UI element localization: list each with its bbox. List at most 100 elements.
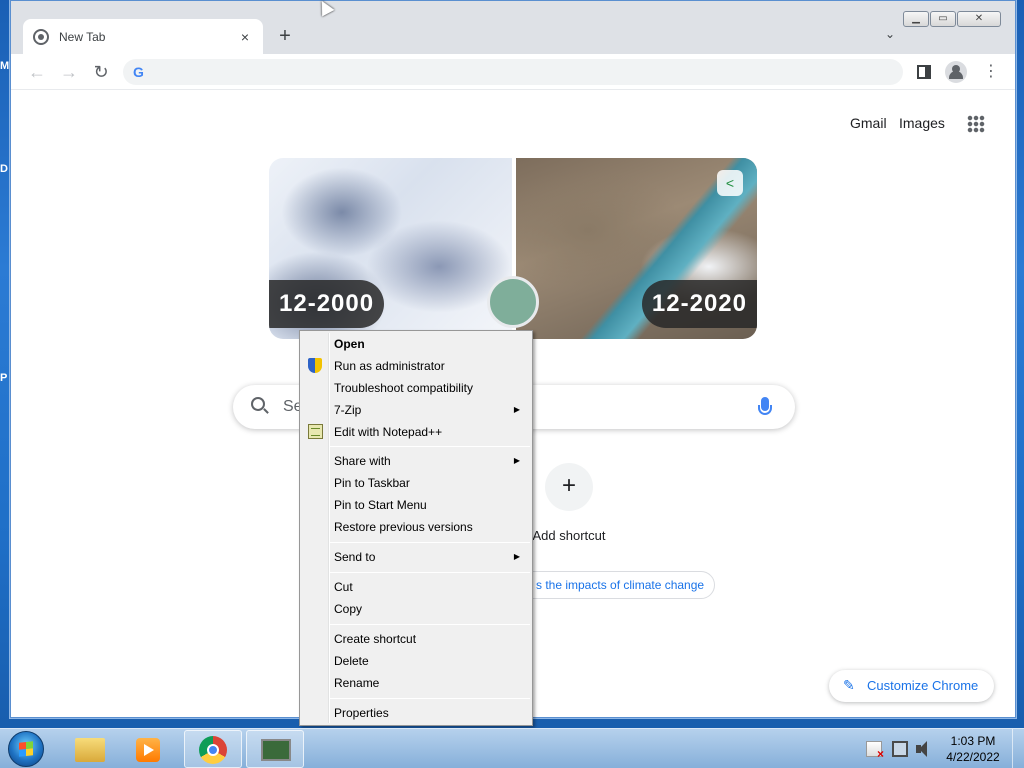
menu-item-rename[interactable]: Rename <box>302 672 530 694</box>
desktop-icon-label[interactable]: D <box>0 163 8 175</box>
menu-separator <box>330 698 530 699</box>
minimize-button[interactable]: ▁ <box>903 11 929 27</box>
context-menu: Open Run as administrator Troubleshoot c… <box>299 330 533 726</box>
menu-item-label: Run as administrator <box>334 359 445 373</box>
forward-arrow-icon[interactable]: → <box>57 60 81 84</box>
menu-separator <box>330 624 530 625</box>
menu-item-delete[interactable]: Delete <box>302 650 530 672</box>
clock-time: 1:03 PM <box>950 734 996 748</box>
menu-item-pin-to-taskbar[interactable]: Pin to Taskbar <box>302 472 530 494</box>
chrome-menu-icon[interactable]: ⋮ <box>983 61 999 83</box>
pencil-icon: ✎ <box>843 677 855 693</box>
google-apps-icon[interactable] <box>967 115 985 133</box>
windows-logo-icon <box>19 741 33 757</box>
menu-separator <box>330 572 530 573</box>
menu-item-label: Cut <box>334 580 353 594</box>
tab-search-icon[interactable]: ⌄ <box>885 27 895 41</box>
desktop-icon-label[interactable]: M <box>0 60 9 72</box>
doodle-label-left: 12-2000 <box>269 280 385 328</box>
menu-item-restore-previous-versions[interactable]: Restore previous versions <box>302 516 530 538</box>
address-bar[interactable]: G <box>123 59 903 85</box>
network-icon[interactable] <box>892 741 908 757</box>
taskbar-explorer-button[interactable] <box>60 730 118 768</box>
menu-item-send-to[interactable]: Send to ▶ <box>302 546 530 568</box>
action-center-flag-icon[interactable] <box>866 741 884 761</box>
search-icon <box>251 397 265 411</box>
tab-new-tab[interactable]: New Tab × <box>23 19 263 54</box>
microphone-icon[interactable] <box>758 397 772 415</box>
taskbar-media-player-button[interactable] <box>120 730 178 768</box>
menu-item-create-shortcut[interactable]: Create shortcut <box>302 628 530 650</box>
start-button[interactable] <box>8 731 44 767</box>
back-arrow-icon[interactable]: ← <box>25 60 49 84</box>
doodle-label-right: 12-2020 <box>641 280 757 328</box>
media-player-icon <box>136 738 160 762</box>
menu-item-label: 7-Zip <box>334 403 362 417</box>
chrome-icon <box>199 736 227 764</box>
menu-item-open[interactable]: Open <box>302 333 530 355</box>
menu-item-label: Rename <box>334 676 380 690</box>
menu-item-label: Send to <box>334 550 376 564</box>
menu-item-label: Share with <box>334 454 391 468</box>
menu-item-label: Properties <box>334 706 389 720</box>
globe-icon <box>487 276 539 328</box>
menu-item-pin-to-start-menu[interactable]: Pin to Start Menu <box>302 494 530 516</box>
images-link[interactable]: Images <box>899 115 945 131</box>
menu-item-edit-with-notepad[interactable]: Edit with Notepad++ <box>302 421 530 443</box>
maximize-button[interactable]: ▭ <box>930 11 956 27</box>
menu-item-label: Open <box>334 337 365 351</box>
menu-item-label: Restore previous versions <box>334 520 473 534</box>
customize-chrome-button[interactable]: ✎ Customize Chrome <box>829 670 995 702</box>
desktop-icon-label[interactable]: P <box>0 372 7 384</box>
profile-avatar-icon[interactable] <box>945 61 967 83</box>
submenu-arrow-icon: ▶ <box>513 456 520 465</box>
doodle-promo-link[interactable]: s the impacts of climate change <box>511 571 716 599</box>
taskbar: 1:03 PM 4/22/2022 <box>0 728 1024 768</box>
clock-date: 4/22/2022 <box>946 750 1000 764</box>
browser-toolbar: ← → ↻ G ⋮ <box>11 54 1015 90</box>
google-g-icon: G <box>133 64 144 80</box>
taskbar-app-button[interactable] <box>246 730 304 768</box>
menu-item-run-as-administrator[interactable]: Run as administrator <box>302 355 530 377</box>
close-window-button[interactable]: ✕ <box>957 11 1001 27</box>
tab-title: New Tab <box>59 29 106 44</box>
reload-icon[interactable]: ↻ <box>89 60 113 84</box>
menu-item-copy[interactable]: Copy <box>302 598 530 620</box>
menu-item-label: Edit with Notepad++ <box>334 425 443 439</box>
chrome-favicon-icon <box>33 28 49 45</box>
add-shortcut-button[interactable]: + <box>545 463 593 511</box>
side-panel-icon[interactable] <box>917 65 931 79</box>
taskbar-chrome-button[interactable] <box>184 730 242 768</box>
shield-icon <box>308 358 322 373</box>
monitor-app-icon <box>261 739 291 761</box>
menu-separator <box>330 542 530 543</box>
tab-close-icon[interactable]: × <box>237 29 253 45</box>
menu-separator <box>330 446 530 447</box>
menu-item-label: Create shortcut <box>334 632 417 646</box>
menu-item-label: Copy <box>334 602 363 616</box>
menu-item-properties[interactable]: Properties <box>302 702 530 724</box>
menu-item-7-zip[interactable]: 7-Zip ▶ <box>302 399 530 421</box>
customize-chrome-label: Customize Chrome <box>867 678 979 693</box>
share-icon[interactable]: < <box>717 170 743 196</box>
menu-item-label: Pin to Start Menu <box>334 498 427 512</box>
gmail-link[interactable]: Gmail <box>850 115 887 131</box>
submenu-arrow-icon: ▶ <box>513 552 520 561</box>
google-doodle[interactable]: 12-2000 12-2020 < <box>269 158 757 339</box>
taskbar-clock[interactable]: 1:03 PM 4/22/2022 <box>940 733 1006 765</box>
volume-icon[interactable] <box>916 741 932 757</box>
show-desktop-button[interactable] <box>1012 729 1024 768</box>
menu-item-troubleshoot-compatibility[interactable]: Troubleshoot compatibility <box>302 377 530 399</box>
menu-item-cut[interactable]: Cut <box>302 576 530 598</box>
submenu-arrow-icon: ▶ <box>513 405 520 414</box>
tab-strip: New Tab × + ⌄ ▁ ▭ ✕ <box>11 1 1015 54</box>
menu-item-label: Pin to Taskbar <box>334 476 410 490</box>
folder-icon <box>75 738 105 762</box>
notepad-icon <box>308 424 323 439</box>
menu-item-label: Delete <box>334 654 369 668</box>
new-tab-button[interactable]: + <box>273 25 297 49</box>
window-controls: ▁ ▭ ✕ <box>902 11 1001 27</box>
add-shortcut-label: Add shortcut <box>532 528 606 543</box>
menu-item-label: Troubleshoot compatibility <box>334 381 473 395</box>
menu-item-share-with[interactable]: Share with ▶ <box>302 450 530 472</box>
